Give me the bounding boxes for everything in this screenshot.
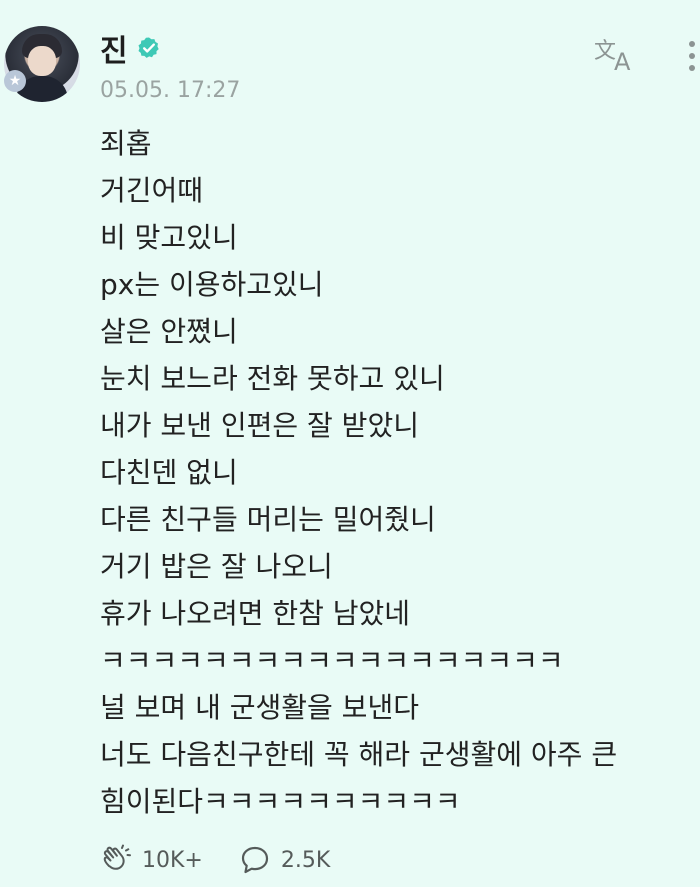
- post-line: 거긴어때: [100, 174, 204, 207]
- svg-text:文: 文: [594, 39, 616, 64]
- post-line: ㅋㅋㅋㅋㅋㅋㅋㅋㅋㅋㅋㅋㅋㅋㅋㅋㅋㅋ: [100, 644, 564, 677]
- comment-count: 2.5K: [280, 847, 331, 873]
- post-line: 죄홉: [100, 127, 152, 160]
- post-line: 다친덴 없니: [100, 456, 238, 489]
- translate-icon[interactable]: 文 A: [592, 34, 640, 74]
- author-row: 진: [100, 26, 161, 70]
- post-line: 비 맞고있니: [100, 221, 238, 254]
- applause-hands-icon: [103, 844, 131, 870]
- post-line: 너도 다음친구한테 꼭 해라 군생활에 아주 큰: [100, 738, 618, 771]
- post-line: 휴가 나오려면 한참 남았네: [100, 597, 411, 630]
- comment-button[interactable]: 2.5K: [239, 844, 330, 876]
- post-line: 살은 안쪘니: [100, 315, 238, 348]
- post-line: 힘이된다ㅋㅋㅋㅋㅋㅋㅋㅋㅋㅋ: [100, 785, 461, 818]
- like-count: 10K+: [142, 847, 203, 873]
- avatar-face: [28, 46, 56, 76]
- author-name[interactable]: 진: [100, 26, 129, 70]
- post-content: 죄홉 거긴어때 비 맞고있니 px는 이용하고있니 살은 안쪘니 눈치 보느라 …: [100, 120, 695, 825]
- post-line: px는 이용하고있니: [100, 268, 324, 301]
- post-actions: 10K+ 2.5K: [100, 838, 330, 882]
- post-line: 거기 밥은 잘 나오니: [100, 550, 333, 583]
- post-line: 눈치 보느라 전화 못하고 있니: [100, 362, 445, 395]
- like-button[interactable]: 10K+: [100, 844, 203, 876]
- post-line: 내가 보낸 인편은 잘 받았니: [100, 409, 419, 442]
- post-line: 다른 친구들 머리는 밀어줬니: [100, 503, 436, 536]
- post-timestamp: 05.05. 17:27: [100, 78, 241, 103]
- star-badge-icon: ★: [4, 70, 26, 92]
- post-line: 널 보며 내 군생활을 보낸다: [100, 691, 419, 724]
- svg-text:A: A: [614, 48, 631, 74]
- post-card: ★ 진 05.05. 17:27 文 A 죄홉 거긴어때 비 맞고있니 px는 …: [0, 0, 700, 887]
- more-vertical-icon[interactable]: [684, 38, 700, 78]
- speech-bubble-icon: [241, 846, 268, 874]
- verified-check-icon: [138, 37, 159, 58]
